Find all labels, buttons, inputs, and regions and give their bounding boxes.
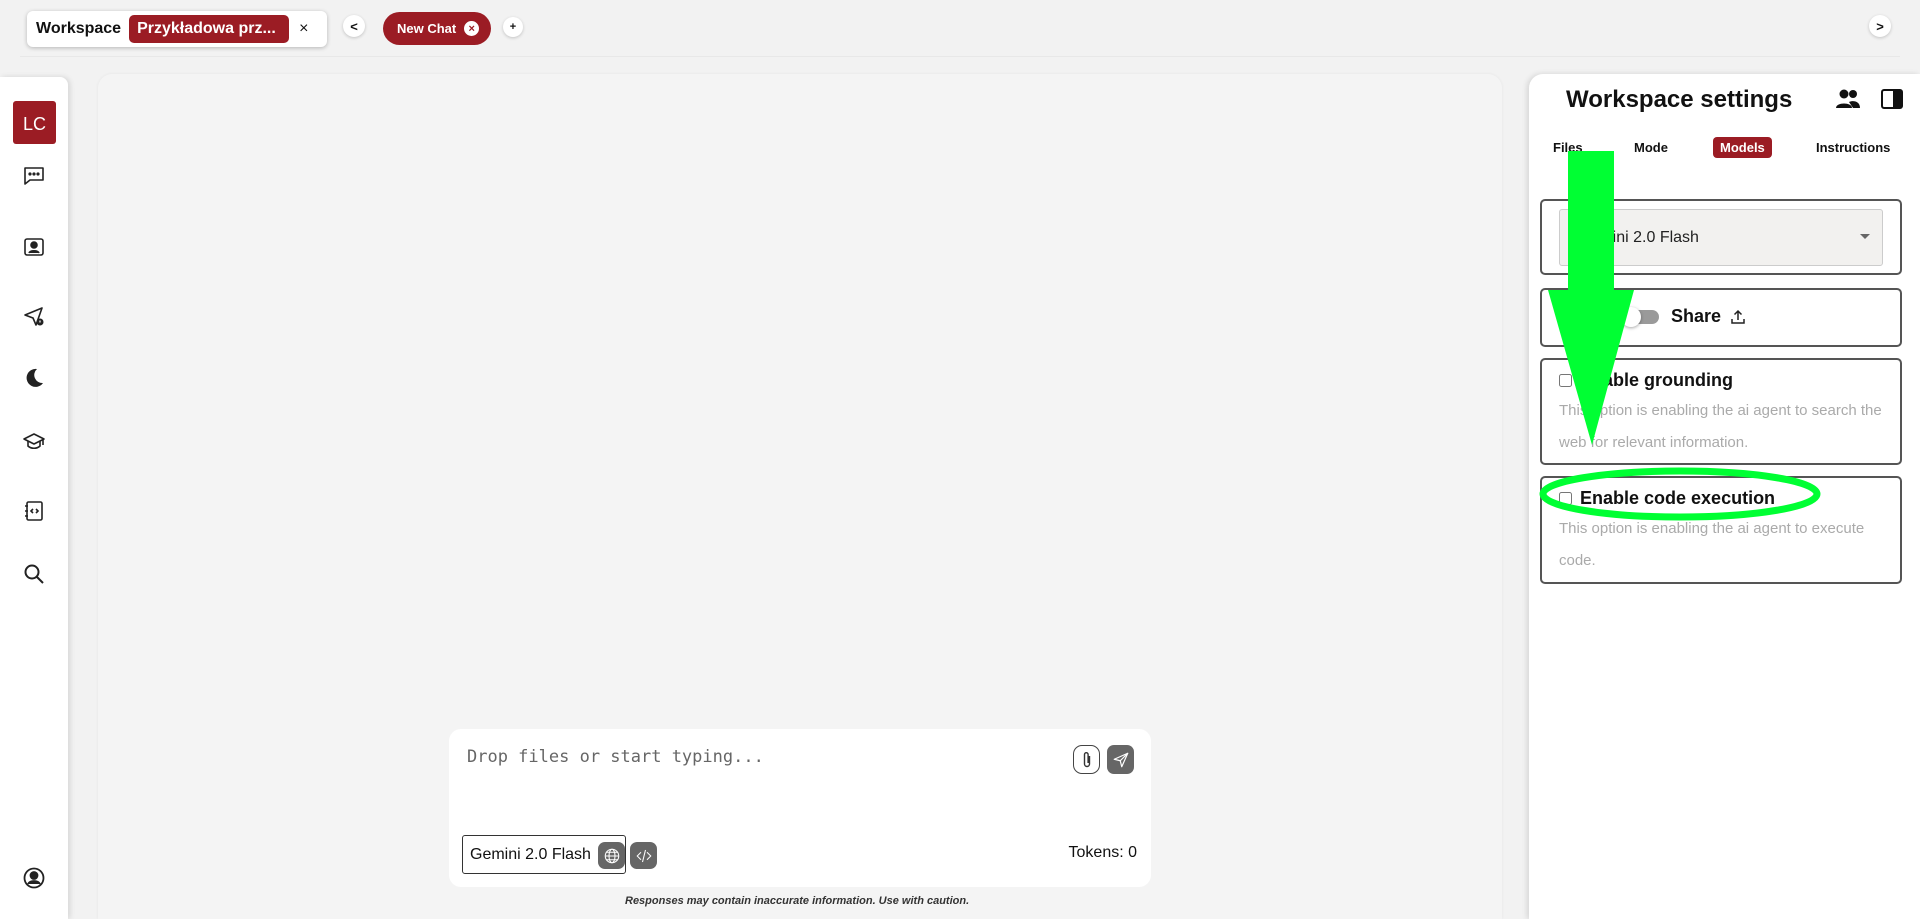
users-icon[interactable]	[1835, 86, 1861, 112]
search-icon[interactable]	[20, 560, 48, 588]
avatar[interactable]: LC	[13, 101, 56, 144]
public-toggle[interactable]	[1621, 306, 1660, 327]
left-sidebar: LC	[0, 77, 68, 919]
globe-icon	[604, 848, 619, 863]
workspace-name-badge[interactable]: Przykładowa prz...	[129, 15, 290, 43]
send-button[interactable]	[1107, 745, 1134, 774]
send-alert-icon[interactable]	[20, 302, 48, 330]
grounding-checkbox[interactable]	[1559, 374, 1572, 387]
moon-icon[interactable]	[20, 364, 48, 392]
code-execution-label: Enable code execution	[1580, 488, 1776, 508]
close-workspace-icon[interactable]: ×	[299, 20, 308, 38]
visibility-row: Public Share	[1559, 306, 1747, 327]
chat-tab-label: New Chat	[397, 21, 457, 36]
tab-strip: Workspace Przykładowa prz... × < New Cha…	[20, 0, 1900, 57]
token-counter: Tokens: 0	[1068, 844, 1137, 861]
add-chat-button[interactable]: +	[503, 17, 523, 37]
grounding-card: Enable grounding This option is enabling…	[1540, 358, 1902, 465]
message-input[interactable]	[467, 747, 1057, 797]
workspace-tab[interactable]: Workspace Przykładowa prz... ×	[27, 11, 327, 47]
public-label: Public	[1559, 306, 1614, 326]
send-icon	[1113, 752, 1128, 767]
grounding-label: Enable grounding	[1580, 370, 1733, 390]
tab-files[interactable]: Files	[1546, 137, 1590, 158]
user-account-icon[interactable]	[20, 864, 48, 892]
chat-bubble-icon[interactable]	[20, 162, 48, 190]
tab-mode[interactable]: Mode	[1627, 137, 1675, 158]
message-composer: Gemini 2.0 Flash Tokens: 0	[449, 729, 1151, 887]
code-execution-checkbox[interactable]	[1559, 492, 1572, 505]
visibility-card: Public Share	[1540, 288, 1902, 347]
profile-card-icon[interactable]	[20, 233, 48, 261]
tab-instructions[interactable]: Instructions	[1809, 137, 1897, 158]
tab-models[interactable]: Models	[1713, 137, 1772, 158]
next-tab-button[interactable]: >	[1869, 15, 1891, 37]
code-icon	[636, 849, 651, 862]
close-chat-icon[interactable]: ×	[464, 21, 480, 36]
model-select-value: Gemini 2.0 Flash	[470, 845, 591, 863]
code-notebook-icon[interactable]	[20, 497, 48, 525]
workspace-model-select[interactable]: Gemini 2.0 Flash	[1559, 209, 1883, 266]
workspace-label: Workspace	[36, 20, 122, 37]
code-execution-description: This option is enabling the ai agent to …	[1559, 520, 1865, 569]
workspace-settings-panel: Workspace settings Files Mode Models Ins…	[1529, 74, 1920, 919]
code-execution-toggle[interactable]	[630, 842, 657, 869]
grounding-row: Enable grounding	[1559, 370, 1733, 391]
top-bar: Workspace Przykładowa prz... × < New Cha…	[20, 0, 1900, 57]
workspace-model-value: Gemini 2.0 Flash	[1578, 228, 1699, 246]
settings-title: Workspace settings	[1566, 86, 1793, 113]
code-execution-card: Enable code execution This option is ena…	[1540, 476, 1902, 584]
code-execution-row: Enable code execution	[1559, 488, 1775, 509]
grounding-description: This option is enabling the ai agent to …	[1559, 402, 1882, 451]
chat-main-panel: Gemini 2.0 Flash Tokens: 0 Responses may…	[98, 74, 1502, 919]
share-label[interactable]: Share	[1671, 306, 1721, 327]
share-upload-icon[interactable]	[1729, 308, 1747, 326]
model-card: Gemini 2.0 Flash	[1540, 199, 1902, 275]
disclaimer-label: Responses may contain inaccurate informa…	[625, 895, 970, 907]
prev-tab-button[interactable]: <	[343, 15, 365, 37]
web-search-toggle[interactable]	[598, 842, 625, 869]
sidebar-toggle-icon[interactable]	[1879, 86, 1905, 112]
paperclip-icon	[1083, 751, 1090, 767]
attach-file-button[interactable]	[1073, 745, 1100, 774]
caret-down-icon	[1860, 234, 1870, 239]
chat-tab-new-chat[interactable]: New Chat ×	[383, 12, 492, 45]
graduation-cap-icon[interactable]	[20, 428, 48, 456]
